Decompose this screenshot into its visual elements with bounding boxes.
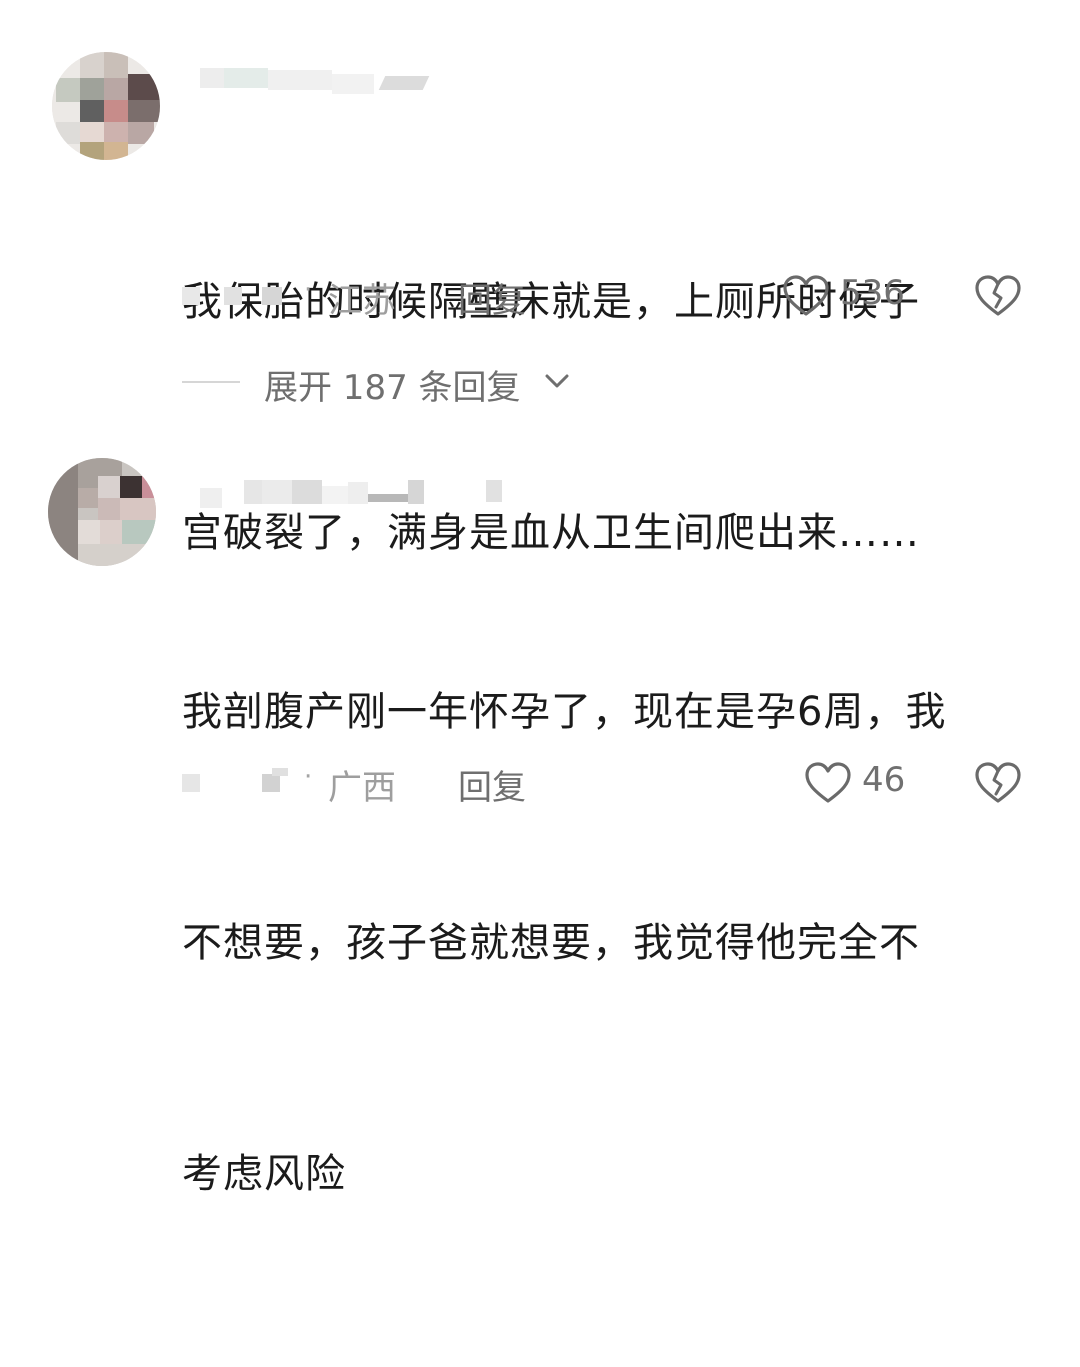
comment-item: 我保胎的时候隔壁床就是，上厕所时候子 宫破裂了，满身是血从卫生间爬出来…… · … xyxy=(0,0,1080,556)
username-blurred[interactable] xyxy=(200,62,430,94)
meta-separator: · xyxy=(304,275,313,305)
location-label: 江苏 xyxy=(328,281,396,321)
comment-item: 我剖腹产刚一年怀孕了，现在是孕6周，我 不想要，孩子爸就想要，我觉得他完全不 考… xyxy=(0,420,1080,1197)
reply-button[interactable]: 回复 xyxy=(458,273,526,322)
chevron-down-icon xyxy=(544,370,570,396)
comment-meta: · 广西 回复 46 xyxy=(182,760,1042,808)
username-blurred[interactable] xyxy=(200,476,520,508)
comment-text-line: 考虑风险 xyxy=(182,1151,346,1197)
meta-separator: · xyxy=(304,762,313,792)
expand-replies-label: 展开 187 条回复 xyxy=(264,368,521,408)
like-count: 536 xyxy=(840,273,905,313)
divider-line xyxy=(182,381,240,383)
heart-outline-icon xyxy=(782,275,830,321)
dislike-button[interactable] xyxy=(974,275,1022,321)
avatar[interactable] xyxy=(48,458,156,566)
avatar[interactable] xyxy=(52,52,160,160)
comment-text-line: 我剖腹产刚一年怀孕了，现在是孕6周，我 xyxy=(182,689,947,735)
broken-heart-icon xyxy=(974,275,1022,321)
like-button[interactable] xyxy=(782,275,830,321)
location-label: 广西 xyxy=(328,768,396,808)
comment-text: 我剖腹产刚一年怀孕了，现在是孕6周，我 不想要，孩子爸就想要，我觉得他完全不 考… xyxy=(182,520,1042,1367)
broken-heart-icon xyxy=(974,762,1022,808)
comment-text-line: 不想要，孩子爸就想要，我觉得他完全不 xyxy=(182,920,920,966)
dislike-button[interactable] xyxy=(974,762,1022,808)
comment-meta: · 江苏 回复 536 xyxy=(182,273,1042,321)
like-button[interactable] xyxy=(804,762,852,808)
reply-button[interactable]: 回复 xyxy=(458,760,526,809)
like-count: 46 xyxy=(862,760,906,800)
heart-outline-icon xyxy=(804,762,852,808)
